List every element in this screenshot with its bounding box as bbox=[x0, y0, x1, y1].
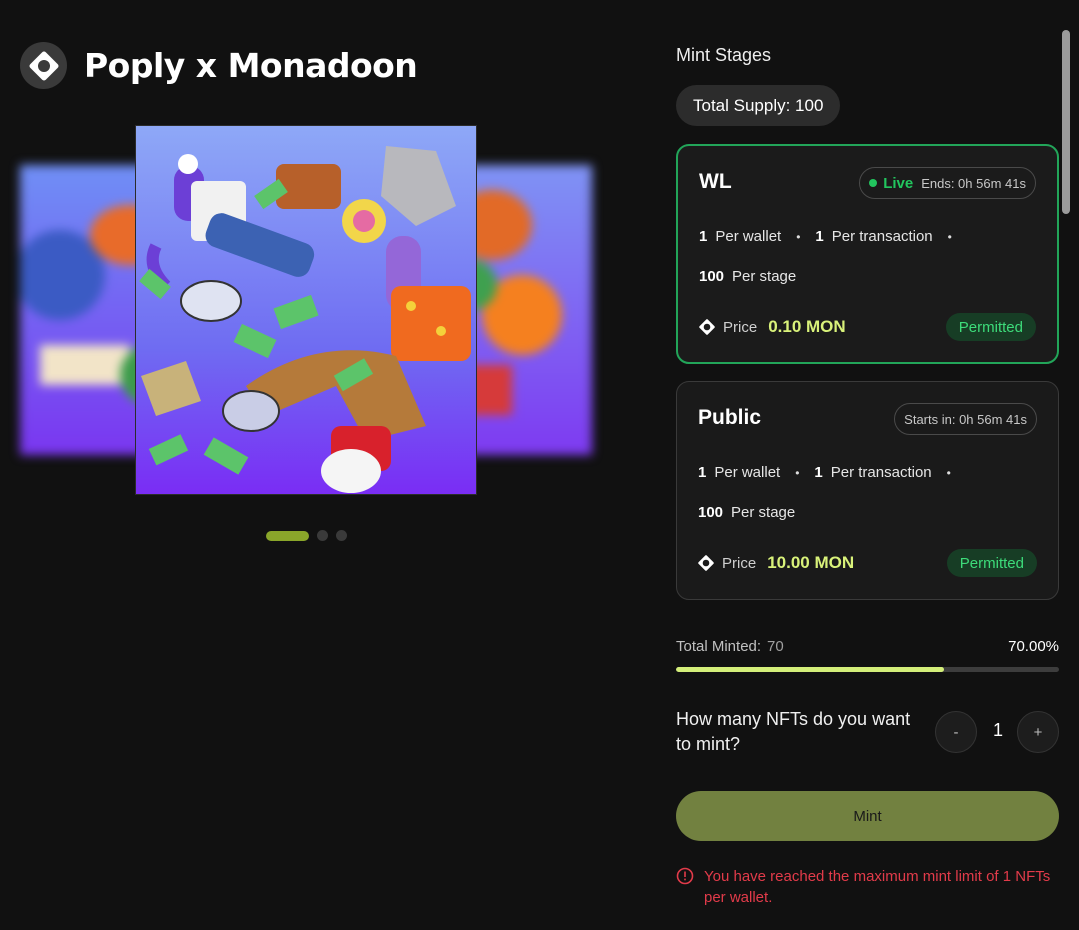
stage-limits-row-2: 100 Per stage bbox=[698, 504, 795, 521]
price-value: 0.10 MON bbox=[768, 317, 846, 336]
stage-status-badge: Starts in: 0h 56m 41s bbox=[894, 403, 1037, 435]
total-minted-row: Total Minted: 70 70.00% bbox=[676, 638, 1059, 655]
per-wallet-value: 1 bbox=[699, 228, 708, 245]
per-transaction-value: 1 bbox=[815, 228, 824, 245]
per-wallet-value: 1 bbox=[698, 464, 707, 481]
mint-stages-heading: Mint Stages bbox=[676, 45, 772, 65]
stage-status-badge: Live Ends: 0h 56m 41s bbox=[859, 167, 1036, 199]
scrollbar-thumb[interactable] bbox=[1062, 30, 1070, 214]
per-stage-label: Per stage bbox=[732, 268, 797, 285]
total-minted-value: 70 bbox=[767, 638, 784, 655]
carousel-dots bbox=[266, 530, 347, 541]
separator-dot: • bbox=[796, 229, 801, 244]
separator-dot: • bbox=[946, 465, 951, 480]
per-transaction-label: Per transaction bbox=[830, 464, 932, 481]
poply-ring-icon bbox=[20, 42, 67, 89]
carousel-dot-3[interactable] bbox=[336, 530, 347, 541]
stage-limits-row: 1 Per wallet • 1 Per transaction • bbox=[699, 228, 967, 245]
price-row: Price 10.00 MON bbox=[698, 553, 854, 573]
artwork-carousel[interactable] bbox=[20, 125, 592, 495]
page-title: Poply x Monadoon bbox=[84, 46, 418, 85]
collection-header: Poply x Monadoon bbox=[20, 42, 418, 89]
carousel-dot-1[interactable] bbox=[266, 530, 309, 541]
quantity-value: 1 bbox=[993, 720, 1004, 740]
stage-timer: Ends: 0h 56m 41s bbox=[921, 175, 1026, 191]
per-wallet-label: Per wallet bbox=[714, 464, 781, 481]
artwork-main-slide[interactable] bbox=[135, 125, 477, 495]
error-message: You have reached the maximum mint limit … bbox=[704, 868, 1051, 906]
live-indicator-icon bbox=[869, 179, 878, 187]
per-transaction-value: 1 bbox=[814, 464, 823, 481]
mint-progress-bar bbox=[676, 667, 1059, 672]
stage-status-label: Live bbox=[883, 174, 914, 192]
price-row: Price 0.10 MON bbox=[699, 317, 846, 337]
per-stage-value: 100 bbox=[698, 504, 724, 521]
separator-dot: • bbox=[947, 229, 952, 244]
per-wallet-label: Per wallet bbox=[715, 228, 782, 245]
mon-token-icon bbox=[699, 319, 715, 335]
per-transaction-label: Per transaction bbox=[831, 228, 933, 245]
alert-circle-icon bbox=[676, 867, 694, 885]
per-stage-value: 100 bbox=[699, 268, 725, 285]
per-stage-label: Per stage bbox=[731, 504, 796, 521]
mint-limit-error: You have reached the maximum mint limit … bbox=[676, 866, 1059, 908]
separator-dot: • bbox=[795, 465, 800, 480]
mon-token-icon bbox=[698, 555, 714, 571]
increment-button[interactable]: + bbox=[1017, 711, 1059, 753]
total-minted-label: Total Minted: bbox=[676, 638, 762, 655]
price-label: Price bbox=[723, 318, 758, 336]
carousel-dot-2[interactable] bbox=[317, 530, 328, 541]
minted-percent: 70.00% bbox=[1008, 638, 1059, 655]
mint-progress-fill bbox=[676, 667, 945, 672]
stage-timer: Starts in: 0h 56m 41s bbox=[904, 411, 1027, 427]
artwork-illustration bbox=[136, 126, 476, 494]
stage-limits-row: 1 Per wallet • 1 Per transaction • bbox=[698, 464, 966, 481]
permitted-badge: Permitted bbox=[946, 549, 1037, 577]
price-value: 10.00 MON bbox=[767, 553, 855, 572]
stage-card-public[interactable]: Public Starts in: 0h 56m 41s 1 Per walle… bbox=[676, 381, 1059, 600]
stage-name: WL bbox=[699, 170, 732, 193]
mint-button[interactable]: Mint bbox=[676, 791, 1059, 841]
stage-card-wl[interactable]: WL Live Ends: 0h 56m 41s 1 Per wallet • … bbox=[676, 144, 1059, 364]
quantity-question: How many NFTs do you want to mint? bbox=[676, 709, 911, 754]
stage-limits-row-2: 100 Per stage bbox=[699, 268, 796, 285]
total-supply-pill: Total Supply: 100 bbox=[676, 85, 841, 126]
decrement-button[interactable]: - bbox=[935, 711, 977, 753]
permitted-badge: Permitted bbox=[945, 313, 1036, 341]
price-label: Price bbox=[722, 554, 757, 572]
stage-name: Public bbox=[698, 406, 762, 429]
